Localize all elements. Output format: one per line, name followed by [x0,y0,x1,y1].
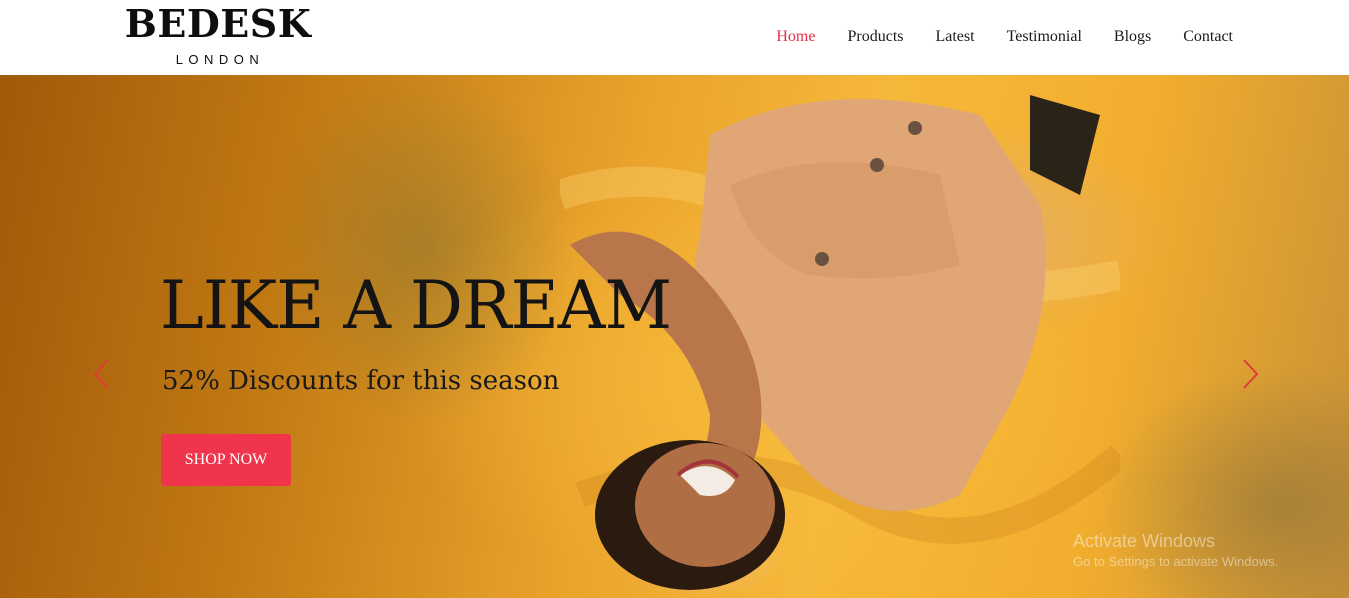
nav-item-blogs[interactable]: Blogs [1114,28,1151,46]
slider-next-button[interactable] [1240,357,1262,391]
brand-tagline: LONDON [175,52,265,67]
nav-item-testimonial[interactable]: Testimonial [1007,28,1082,46]
site-header: BEDESK LONDON Home Products Latest Testi… [0,0,1349,75]
hero-slider: LIKE A DREAM 52% Discounts for this seas… [0,75,1349,598]
watermark-subtitle: Go to Settings to activate Windows. [1073,554,1279,569]
nav-item-home[interactable]: Home [776,28,815,46]
watermark-title: Activate Windows [1073,531,1216,551]
main-nav: Home Products Latest Testimonial Blogs C… [776,28,1233,46]
slider-prev-button[interactable] [90,357,112,391]
nav-item-contact[interactable]: Contact [1183,28,1233,46]
chevron-left-icon [93,359,109,389]
brand-logo[interactable]: BEDESK LONDON [118,4,318,70]
hero-heading: LIKE A DREAM [160,267,672,344]
nav-item-latest[interactable]: Latest [935,28,974,46]
hero-subtitle: 52% Discounts for this season [162,366,560,396]
shop-now-button[interactable]: SHOP NOW [161,434,291,486]
brand-name: BEDESK [124,1,312,46]
nav-item-products[interactable]: Products [847,28,903,46]
activate-windows-watermark: Activate Windows Go to Settings to activ… [1073,530,1278,571]
chevron-right-icon [1243,359,1259,389]
